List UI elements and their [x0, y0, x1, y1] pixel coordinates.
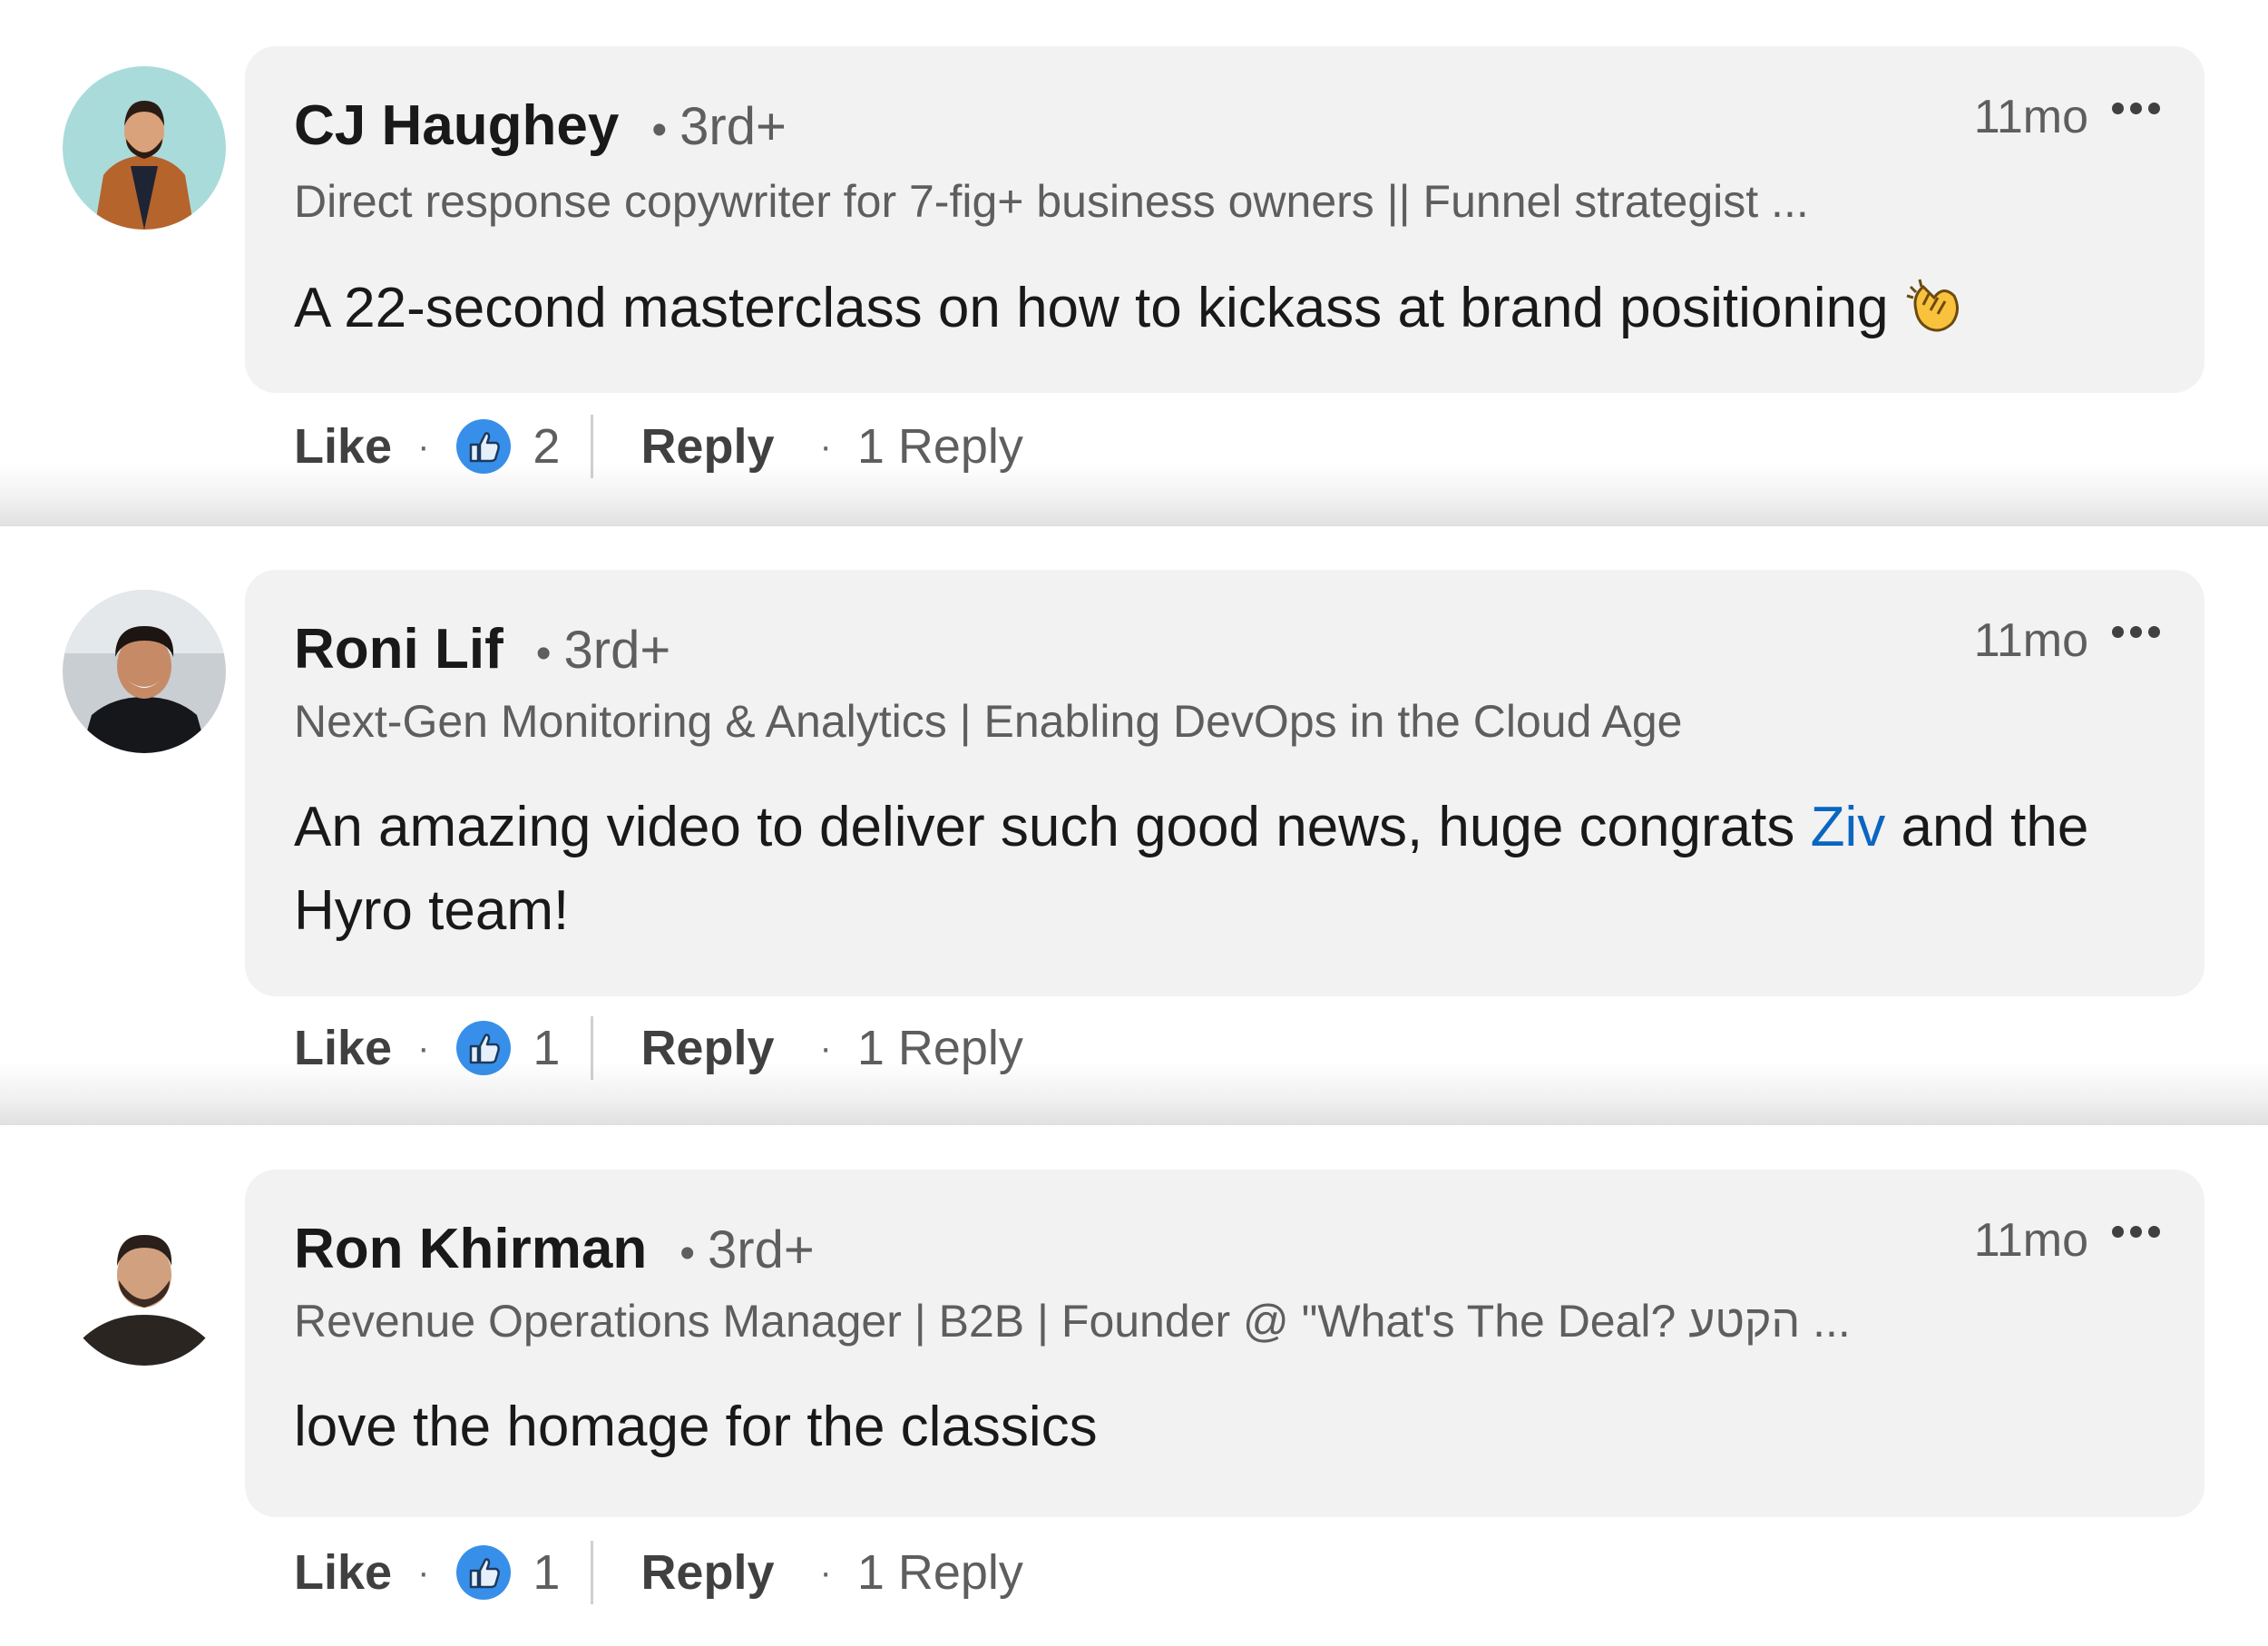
comment-text: love the homage for the classics — [294, 1396, 1098, 1458]
comment-text: A 22-second masterclass on how to kickas… — [294, 267, 2154, 350]
author-name[interactable]: Ron Khirman — [294, 1217, 647, 1281]
separator-dot: · — [819, 1552, 832, 1592]
avatar[interactable] — [63, 1202, 226, 1366]
divider — [591, 1541, 594, 1604]
more-options-icon[interactable] — [2112, 1226, 2166, 1244]
comment-bubble: Roni Lif • 3rd+ 11mo Next-Gen Monitoring … — [245, 570, 2204, 996]
connection-degree: • 3rd+ — [679, 1220, 815, 1279]
comment-item: Roni Lif • 3rd+ 11mo Next-Gen Monitoring … — [0, 526, 2268, 1125]
mention-link[interactable]: Ziv — [1811, 796, 1886, 858]
comment-bubble: CJ Haughey • 3rd+ 11mo Direct response co… — [245, 46, 2204, 393]
avatar[interactable] — [63, 66, 226, 230]
avatar[interactable] — [63, 590, 226, 753]
like-thumb-icon[interactable] — [455, 1543, 513, 1602]
comment-actions: Like · 1 Reply · 1 Reply — [294, 1541, 1023, 1604]
like-count[interactable]: 1 — [533, 1544, 560, 1601]
separator-dot: · — [417, 1552, 430, 1592]
reply-button[interactable]: Reply — [640, 1544, 774, 1601]
comment-time: 11mo — [1973, 1214, 2088, 1267]
separator-dot: · — [819, 426, 832, 466]
clapping-hands-icon — [1906, 279, 1959, 332]
author-headline: Next-Gen Monitoring & Analytics | Enabli… — [294, 696, 1683, 747]
like-button[interactable]: Like — [294, 1544, 392, 1601]
connection-degree: • 3rd+ — [535, 621, 671, 680]
comment-time: 11mo — [1973, 91, 2088, 143]
comment-time: 11mo — [1973, 614, 2088, 667]
more-options-icon[interactable] — [2112, 626, 2166, 644]
replies-count-link[interactable]: 1 Reply — [857, 1544, 1023, 1601]
comment-separator — [0, 1062, 2268, 1125]
comment-item: Ron Khirman • 3rd+ 11mo Revenue Operation… — [0, 1125, 2268, 1646]
author-headline: Direct response copywriter for 7-fig+ bu… — [294, 176, 1809, 227]
comment-separator — [0, 463, 2268, 526]
comment-item: CJ Haughey • 3rd+ 11mo Direct response co… — [0, 0, 2268, 526]
separator-dot: · — [417, 426, 430, 466]
comment-bubble: Ron Khirman • 3rd+ 11mo Revenue Operation… — [245, 1170, 2204, 1517]
author-name[interactable]: Roni Lif — [294, 617, 503, 681]
author-name[interactable]: CJ Haughey — [294, 93, 619, 158]
comment-text: An amazing video to deliver such good ne… — [294, 796, 2089, 942]
more-options-icon[interactable] — [2112, 103, 2166, 121]
author-headline: Revenue Operations Manager | B2B | Found… — [294, 1296, 1851, 1347]
connection-degree: • 3rd+ — [651, 97, 787, 156]
